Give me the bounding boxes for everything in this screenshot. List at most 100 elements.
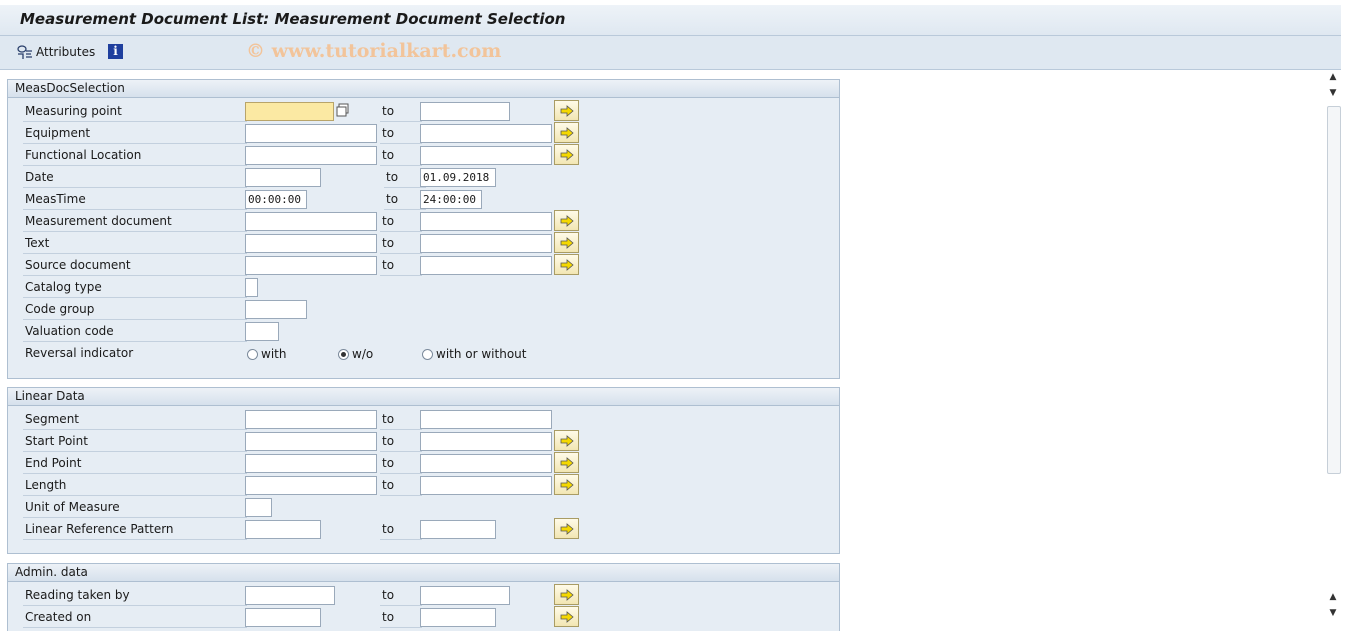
catalog-type-input[interactable] — [245, 278, 258, 297]
end-point-from-input[interactable] — [245, 454, 377, 473]
multiple-selection-button[interactable] — [554, 474, 579, 495]
end-point-to-input[interactable] — [420, 454, 552, 473]
date-from-input[interactable] — [245, 168, 321, 187]
arrow-right-icon — [560, 126, 574, 139]
scroll-down-arrow-icon[interactable]: ▲ — [1328, 592, 1338, 602]
multiple-selection-button[interactable] — [554, 518, 579, 539]
multiple-selection-button[interactable] — [554, 254, 579, 275]
field-label: Measurement document — [23, 212, 247, 232]
valuation-code-input[interactable] — [245, 322, 279, 341]
multiple-selection-button[interactable] — [554, 606, 579, 627]
multiple-selection-button[interactable] — [554, 122, 579, 143]
arrow-right-icon — [560, 104, 574, 117]
field-label: Unit of Measure — [23, 498, 247, 518]
row-reversal-indicator: Reversal indicator with w/o with or with… — [23, 344, 823, 364]
source-document-from-input[interactable] — [245, 256, 377, 275]
text-from-input[interactable] — [245, 234, 377, 253]
length-from-input[interactable] — [245, 476, 377, 495]
vertical-scrollbar[interactable]: ▲ ▼ ▲ ▼ — [1325, 70, 1342, 631]
segment-to-input[interactable] — [420, 410, 552, 429]
linear-reference-pattern-from-input[interactable] — [245, 520, 321, 539]
row-meas-time: MeasTime 00:00:00 to 24:00:00 — [23, 190, 823, 210]
attributes-button[interactable]: Attributes — [16, 42, 95, 62]
created-on-from-input[interactable] — [245, 608, 321, 627]
radio-label: with — [261, 347, 287, 361]
arrow-right-icon — [560, 236, 574, 249]
arrow-right-icon — [560, 214, 574, 227]
radio-without[interactable]: w/o — [338, 347, 373, 361]
measuring-point-from-input[interactable] — [245, 102, 334, 121]
start-point-from-input[interactable] — [245, 432, 377, 451]
arrow-right-icon — [560, 434, 574, 447]
measurement-document-from-input[interactable] — [245, 212, 377, 231]
code-group-input[interactable] — [245, 300, 307, 319]
multiple-selection-button[interactable] — [554, 452, 579, 473]
field-label: MeasTime — [23, 190, 247, 210]
field-label: Reading taken by — [23, 586, 247, 606]
watermark: © www.tutorialkart.com — [246, 40, 502, 62]
radio-with-or-without[interactable]: with or without — [422, 347, 526, 361]
field-label: Code group — [23, 300, 247, 320]
field-label: Equipment — [23, 124, 247, 144]
row-equipment: Equipment to — [23, 122, 823, 144]
radio-with[interactable]: with — [247, 347, 286, 361]
created-on-to-input[interactable] — [420, 608, 496, 627]
to-label: to — [380, 102, 422, 122]
measuring-point-to-input[interactable] — [420, 102, 510, 121]
to-label: to — [380, 256, 422, 276]
radio-circle[interactable] — [422, 348, 433, 360]
length-to-input[interactable] — [420, 476, 552, 495]
row-measurement-document: Measurement document to — [23, 210, 823, 232]
scroll-bottom-arrow-icon[interactable]: ▼ — [1328, 608, 1338, 618]
multiple-select-icon[interactable] — [336, 103, 351, 118]
row-functional-location: Functional Location to — [23, 144, 823, 166]
group-linear-data: Linear Data Segment to Start Point to En… — [7, 387, 840, 554]
row-unit-of-measure: Unit of Measure — [23, 498, 823, 518]
scroll-up-arrow-icon[interactable]: ▼ — [1328, 88, 1338, 98]
multiple-selection-button[interactable] — [554, 144, 579, 165]
linear-reference-pattern-to-input[interactable] — [420, 520, 496, 539]
multiple-selection-button[interactable] — [554, 210, 579, 231]
scroll-top-arrow-icon[interactable]: ▲ — [1328, 72, 1338, 82]
arrow-right-icon — [560, 522, 574, 535]
radio-circle[interactable] — [247, 348, 258, 360]
radio-circle-selected[interactable] — [338, 348, 349, 360]
field-label: End Point — [23, 454, 247, 474]
unit-of-measure-input[interactable] — [245, 498, 272, 517]
start-point-to-input[interactable] — [420, 432, 552, 451]
group-admin-data: Admin. data Reading taken by to Created … — [7, 563, 840, 631]
text-to-input[interactable] — [420, 234, 552, 253]
arrow-right-icon — [560, 148, 574, 161]
source-document-to-input[interactable] — [420, 256, 552, 275]
to-label: to — [380, 454, 422, 474]
info-icon[interactable]: i — [108, 44, 123, 59]
to-label: to — [380, 586, 422, 606]
field-label: Reversal indicator — [25, 346, 134, 360]
functional-location-to-input[interactable] — [420, 146, 552, 165]
scroll-thumb[interactable] — [1327, 106, 1341, 474]
row-end-point: End Point to — [23, 452, 823, 474]
reading-taken-by-to-input[interactable] — [420, 586, 510, 605]
multiple-selection-button[interactable] — [554, 584, 579, 605]
multiple-selection-button[interactable] — [554, 430, 579, 451]
reading-taken-by-from-input[interactable] — [245, 586, 335, 605]
equipment-from-input[interactable] — [245, 124, 377, 143]
measurement-document-to-input[interactable] — [420, 212, 552, 231]
selection-screen: MeasDocSelection Measuring point to Equi… — [0, 70, 1325, 631]
row-reading-taken-by: Reading taken by to — [23, 584, 823, 606]
equipment-to-input[interactable] — [420, 124, 552, 143]
field-label: Measuring point — [23, 102, 247, 122]
functional-location-from-input[interactable] — [245, 146, 377, 165]
meas-time-from-input[interactable]: 00:00:00 — [245, 190, 307, 209]
date-to-input[interactable]: 01.09.2018 — [420, 168, 496, 187]
to-label: to — [380, 146, 422, 166]
meas-time-to-input[interactable]: 24:00:00 — [420, 190, 482, 209]
row-text: Text to — [23, 232, 823, 254]
segment-from-input[interactable] — [245, 410, 377, 429]
field-label: Created on — [23, 608, 247, 628]
multiple-selection-button[interactable] — [554, 232, 579, 253]
multiple-selection-button[interactable] — [554, 100, 579, 121]
field-label: Segment — [23, 410, 247, 430]
to-label: to — [380, 476, 422, 496]
row-code-group: Code group — [23, 300, 823, 320]
